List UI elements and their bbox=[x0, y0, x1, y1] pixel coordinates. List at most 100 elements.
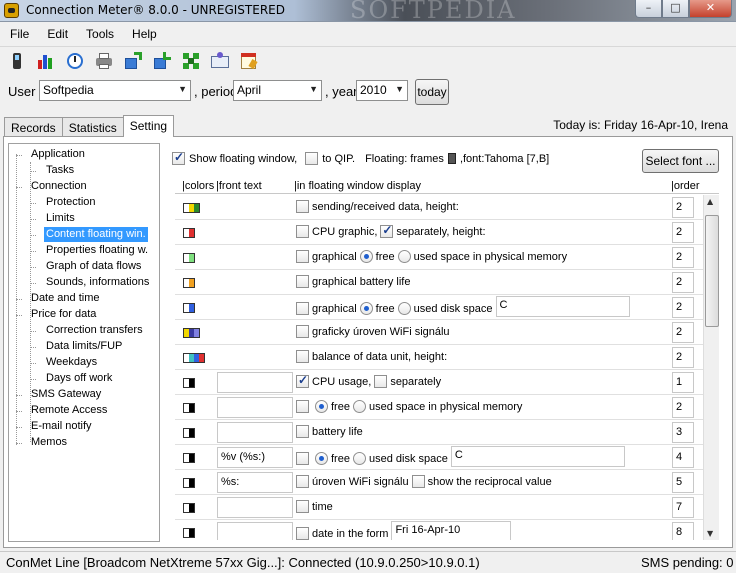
option-checkbox[interactable] bbox=[296, 225, 309, 238]
bar-chart-icon[interactable] bbox=[35, 50, 57, 72]
export-icon[interactable] bbox=[122, 50, 144, 72]
tree-item[interactable]: Sounds, informations bbox=[44, 275, 151, 290]
color-swatch[interactable] bbox=[183, 403, 195, 413]
tree-item[interactable]: Connection bbox=[29, 179, 89, 194]
order-input[interactable]: 2 bbox=[672, 347, 694, 368]
color-swatch[interactable] bbox=[183, 253, 195, 263]
order-input[interactable]: 8 bbox=[672, 522, 694, 540]
option-radio[interactable] bbox=[352, 452, 366, 465]
close-button[interactable]: ✕ bbox=[689, 0, 732, 18]
color-swatch[interactable] bbox=[183, 453, 195, 463]
front-text-input[interactable] bbox=[217, 422, 293, 443]
order-input[interactable]: 2 bbox=[672, 222, 694, 243]
vertical-scrollbar[interactable]: ▲ ▼ bbox=[703, 195, 719, 540]
option-checkbox[interactable] bbox=[296, 500, 309, 513]
color-swatch[interactable] bbox=[183, 503, 195, 513]
order-input[interactable]: 4 bbox=[672, 447, 694, 468]
color-swatch[interactable] bbox=[183, 478, 195, 488]
tree-item[interactable]: Weekdays bbox=[44, 355, 99, 370]
front-text-input[interactable] bbox=[217, 397, 293, 418]
menu-edit[interactable]: Edit bbox=[37, 24, 76, 44]
tree-item[interactable]: Memos bbox=[29, 435, 69, 450]
tab-setting[interactable]: Setting bbox=[122, 115, 175, 137]
tree-item[interactable]: Correction transfers bbox=[44, 323, 145, 338]
scroll-thumb[interactable] bbox=[705, 215, 719, 327]
import-icon[interactable] bbox=[151, 50, 173, 72]
option-checkbox[interactable] bbox=[296, 325, 309, 338]
user-select[interactable]: Softpedia ▼ bbox=[39, 80, 191, 101]
option-radio[interactable] bbox=[315, 400, 328, 413]
tree-item[interactable]: Days off work bbox=[44, 371, 114, 386]
tree-item[interactable]: E-mail notify bbox=[29, 419, 94, 434]
tree-item[interactable]: Tasks bbox=[44, 163, 76, 178]
order-input[interactable]: 2 bbox=[672, 272, 694, 293]
color-swatch[interactable] bbox=[183, 278, 195, 288]
order-input[interactable]: 2 bbox=[672, 197, 694, 218]
front-text-input[interactable] bbox=[217, 372, 293, 393]
tree-item[interactable]: Limits bbox=[44, 211, 77, 226]
color-swatch[interactable] bbox=[183, 228, 195, 238]
option-checkbox[interactable] bbox=[296, 400, 309, 413]
color-swatch[interactable] bbox=[183, 303, 195, 313]
scroll-up-icon[interactable]: ▲ bbox=[707, 197, 713, 206]
tree-item[interactable]: SMS Gateway bbox=[29, 387, 103, 402]
front-text-input[interactable]: %s: bbox=[217, 472, 293, 493]
tree-item[interactable]: Remote Access bbox=[29, 403, 109, 418]
color-swatch[interactable] bbox=[183, 428, 195, 438]
phone-icon[interactable] bbox=[6, 50, 28, 72]
tree-item[interactable]: Content floating win. bbox=[44, 227, 148, 242]
option-radio[interactable] bbox=[359, 250, 373, 263]
minimize-button[interactable]: – bbox=[635, 0, 662, 18]
show-floating-checkbox[interactable] bbox=[172, 150, 185, 165]
frame-color-swatch[interactable] bbox=[447, 153, 456, 164]
menu-file[interactable]: File bbox=[0, 24, 37, 44]
option-radio[interactable] bbox=[397, 302, 411, 315]
tab-statistics[interactable]: Statistics bbox=[61, 117, 124, 137]
option-radio[interactable] bbox=[397, 250, 411, 263]
scroll-down-icon[interactable]: ▼ bbox=[707, 529, 713, 538]
option-radio[interactable] bbox=[359, 302, 373, 315]
clock-icon[interactable] bbox=[64, 50, 86, 72]
tab-records[interactable]: Records bbox=[4, 117, 63, 137]
order-input[interactable]: 1 bbox=[672, 372, 694, 393]
network-icon[interactable] bbox=[180, 50, 202, 72]
option-checkbox[interactable] bbox=[296, 200, 309, 213]
printer-icon[interactable] bbox=[93, 50, 115, 72]
calendar-icon[interactable] bbox=[238, 50, 260, 72]
to-qip-checkbox[interactable] bbox=[305, 152, 319, 165]
order-input[interactable]: 2 bbox=[672, 297, 694, 318]
year-select[interactable]: 2010 ▼ bbox=[356, 80, 408, 101]
option-input[interactable]: Fri 16-Apr-10 bbox=[391, 521, 512, 540]
front-text-input[interactable] bbox=[217, 522, 293, 540]
option-checkbox[interactable] bbox=[296, 452, 309, 465]
order-input[interactable]: 2 bbox=[672, 247, 694, 268]
tree-item[interactable]: Price for data bbox=[29, 307, 98, 322]
color-swatch[interactable] bbox=[183, 353, 205, 363]
option-checkbox[interactable] bbox=[296, 425, 309, 438]
menu-help[interactable]: Help bbox=[122, 24, 165, 44]
tree-item[interactable]: Application bbox=[29, 147, 87, 162]
color-swatch[interactable] bbox=[183, 378, 195, 388]
mail-icon[interactable] bbox=[209, 50, 231, 72]
order-input[interactable]: 3 bbox=[672, 422, 694, 443]
period-select[interactable]: April ▼ bbox=[233, 80, 322, 101]
order-input[interactable]: 2 bbox=[672, 397, 694, 418]
option-checkbox[interactable] bbox=[411, 475, 425, 488]
maximize-button[interactable]: □ bbox=[662, 0, 689, 18]
option-checkbox[interactable] bbox=[374, 375, 388, 388]
option-checkbox[interactable] bbox=[296, 275, 309, 288]
option-input[interactable]: C bbox=[450, 446, 625, 467]
option-checkbox[interactable] bbox=[296, 527, 309, 540]
option-radio[interactable] bbox=[352, 400, 366, 413]
option-checkbox[interactable] bbox=[296, 373, 309, 388]
front-text-input[interactable]: %v (%s:) bbox=[217, 447, 293, 468]
order-input[interactable]: 2 bbox=[672, 322, 694, 343]
tree-item[interactable]: Date and time bbox=[29, 291, 101, 306]
color-swatch[interactable] bbox=[183, 528, 195, 538]
order-input[interactable]: 5 bbox=[672, 472, 694, 493]
tree-item[interactable]: Protection bbox=[44, 195, 98, 210]
select-font-button[interactable]: Select font ... bbox=[642, 149, 719, 173]
order-input[interactable]: 7 bbox=[672, 497, 694, 518]
front-text-input[interactable] bbox=[217, 497, 293, 518]
option-radio[interactable] bbox=[315, 452, 328, 465]
